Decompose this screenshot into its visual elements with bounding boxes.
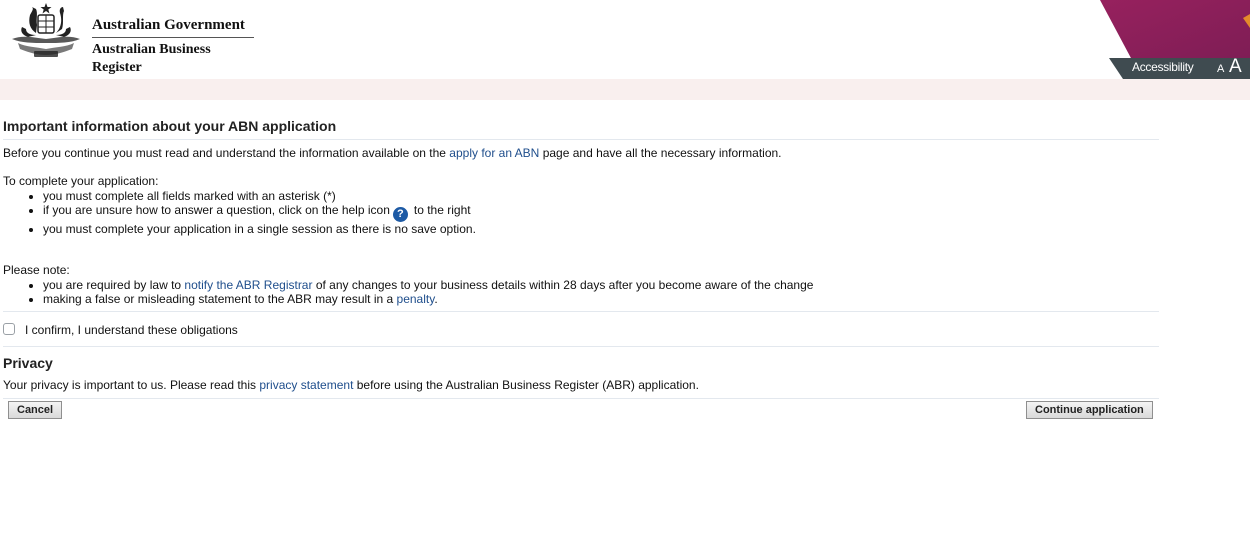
page-title: Important information about your ABN app… xyxy=(3,118,337,134)
confirm-row: I confirm, I understand these obligation… xyxy=(3,322,1159,338)
list-item-text: . xyxy=(434,292,438,306)
site-header: Australian Government Australian Busines… xyxy=(0,0,1250,79)
confirm-obligations-checkbox[interactable] xyxy=(3,323,15,335)
apply-for-abn-link[interactable]: apply for an ABN xyxy=(449,146,539,160)
notify-abr-registrar-link[interactable]: notify the ABR Registrar xyxy=(184,278,312,292)
decrease-font-size-button[interactable]: A xyxy=(1217,63,1224,75)
continue-application-button[interactable]: Continue application xyxy=(1026,401,1153,419)
cancel-button[interactable]: Cancel xyxy=(8,401,63,419)
intro-text-before: Before you continue you must read and un… xyxy=(3,146,450,160)
list-item-text: making a false or misleading statement t… xyxy=(43,292,397,306)
list-item-text: of any changes to your business details … xyxy=(312,278,814,292)
list-item-text: to the right xyxy=(413,203,471,217)
list-item-text: if you are unsure how to answer a questi… xyxy=(43,203,390,217)
privacy-text-after: before using the Australian Business Reg… xyxy=(353,378,699,392)
privacy-title: Privacy xyxy=(3,355,53,371)
list-item: making a false or misleading statement t… xyxy=(43,292,1159,306)
divider xyxy=(3,398,1159,399)
header-divider-strip xyxy=(0,79,1250,100)
government-branding: Australian Government Australian Busines… xyxy=(92,16,254,77)
list-item: if you are unsure how to answer a questi… xyxy=(43,203,1159,222)
list-item: you must complete all fields marked with… xyxy=(43,189,1159,203)
agency-title: Australian Business Register xyxy=(92,42,211,75)
accessibility-link[interactable]: Accessibility xyxy=(1132,60,1194,74)
decorative-banner xyxy=(1100,0,1250,60)
privacy-text-before: Your privacy is important to us. Please … xyxy=(3,378,260,392)
privacy-text: Your privacy is important to us. Please … xyxy=(3,378,1159,393)
note-list: you are required by law to notify the AB… xyxy=(3,278,1159,306)
privacy-statement-link[interactable]: privacy statement xyxy=(259,378,353,392)
list-item-text: you are required by law to xyxy=(43,278,185,292)
intro-text-after: page and have all the necessary informat… xyxy=(539,146,782,160)
help-icon: ? xyxy=(392,207,408,222)
divider xyxy=(3,311,1159,312)
coat-of-arms-logo xyxy=(12,3,80,57)
increase-font-size-button[interactable]: A xyxy=(1229,56,1242,78)
government-title: Australian Government xyxy=(92,16,254,38)
list-item: you must complete your application in a … xyxy=(43,222,1159,236)
main-content: Important information about your ABN app… xyxy=(3,117,1159,399)
accessibility-bar: Accessibility A A xyxy=(1109,56,1250,79)
intro-text: Before you continue you must read and un… xyxy=(3,146,1159,161)
complete-heading: To complete your application: xyxy=(3,174,159,188)
list-item: you are required by law to notify the AB… xyxy=(43,278,1159,292)
divider xyxy=(3,346,1159,347)
confirm-obligations-label[interactable]: I confirm, I understand these obligation… xyxy=(25,323,238,337)
note-heading: Please note: xyxy=(3,263,70,277)
penalty-link[interactable]: penalty xyxy=(397,292,435,306)
complete-list: you must complete all fields marked with… xyxy=(3,189,1159,236)
divider xyxy=(3,139,1159,140)
